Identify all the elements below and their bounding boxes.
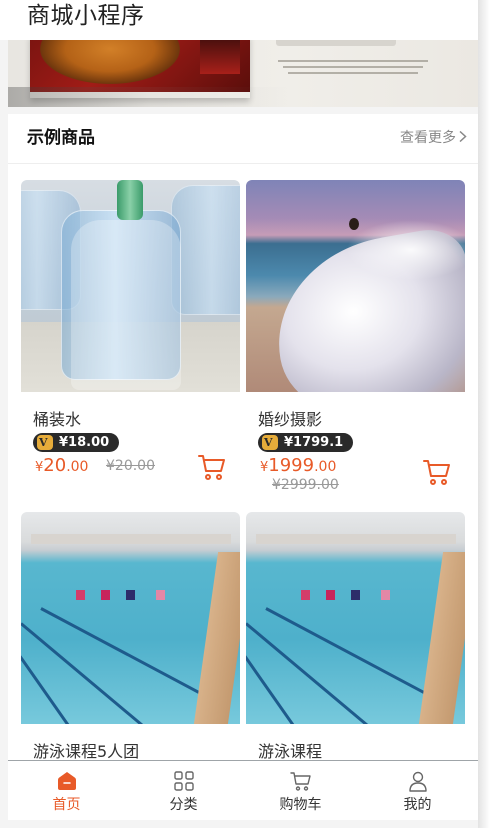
vip-price-badge: V ¥1799.1 [258,433,354,452]
lane-line [21,642,116,724]
banner-text-decoration [288,72,418,74]
bride-head-shape [349,218,359,230]
original-price: ¥2999.00 [272,477,339,493]
vip-price: ¥1799.1 [284,435,344,450]
product-image-wedding-photo[interactable] [246,180,465,392]
flag-shape [76,590,85,600]
product-name: 游泳课程 [258,742,323,761]
flag-shape [101,590,110,600]
product-name: 婚纱摄影 [258,410,323,429]
product-image-water-bottles[interactable] [21,180,240,392]
user-icon [409,771,427,792]
home-icon [58,772,76,790]
pool-banner-shape [256,534,456,544]
pool-banner-shape [31,534,231,544]
section-header: 示例商品 查看更多 [8,114,478,164]
vip-price: ¥18.00 [59,435,110,450]
vip-icon: V [37,435,53,450]
flag-shape [156,590,165,600]
promo-banner[interactable] [8,40,478,107]
add-to-cart-icon[interactable] [423,458,451,486]
flag-shape [351,590,360,600]
tab-label: 分类 [169,797,198,813]
tab-cart[interactable]: 购物车 [242,761,359,821]
price-decimal: .00 [66,459,89,475]
side-shadow [478,0,490,828]
price-decimal: .00 [314,459,337,475]
product-image-swimming-pool[interactable] [246,512,465,724]
lane-line [40,607,219,704]
price-integer: 1999 [268,455,315,476]
plastic-wrap-shape [71,220,181,390]
banner-text-decoration [283,66,423,68]
bottle-shape [171,185,240,315]
pool-deck-shape [193,552,240,724]
bottom-tab-bar: 首页 分类 购物车 我的 [8,760,478,820]
banner-text-decoration [278,60,428,62]
tab-home[interactable]: 首页 [8,761,125,821]
product-card[interactable]: 桶装水 V ¥18.00 ¥20.00 ¥20.00 [21,180,240,498]
sale-price: ¥20.00 [35,455,88,476]
banner-dish-image [40,40,180,84]
product-grid: 桶装水 V ¥18.00 ¥20.00 ¥20.00 婚纱摄影 V ¥1799.… [8,164,478,772]
tab-label: 购物车 [279,797,322,813]
pool-deck-shape [418,552,465,724]
lane-line [265,607,444,704]
flag-shape [126,590,135,600]
tab-profile[interactable]: 我的 [359,761,476,821]
navigation-header: 商城小程序 [0,0,478,40]
chevron-right-icon[interactable] [457,131,468,142]
product-card[interactable]: 婚纱摄影 V ¥1799.1 ¥1999.00 ¥2999.00 [246,180,465,498]
banner-heading-decoration [276,40,396,46]
original-price: ¥20.00 [106,458,155,474]
tab-label: 我的 [403,797,432,813]
page-title: 商城小程序 [27,3,145,29]
vip-price-badge: V ¥18.00 [33,433,120,452]
bottle-cap-shape [117,180,143,220]
product-image-swimming-pool[interactable] [21,512,240,724]
product-name: 桶装水 [33,410,82,429]
banner-glass-image [200,40,240,74]
grid-icon [174,771,194,791]
vip-icon: V [262,435,278,450]
view-more-link[interactable]: 查看更多 [400,128,456,148]
product-card[interactable]: 游泳课程5人团 [21,512,240,772]
app-screen: 商城小程序 示例商品 查看更多 桶装水 V ¥18.00 ¥20.00 ¥20.… [0,0,478,828]
veil-shape [346,220,465,280]
product-card[interactable]: 游泳课程 [246,512,465,772]
flag-shape [326,590,335,600]
banner-ink-decoration [8,87,478,107]
tab-label: 首页 [52,797,81,813]
sale-price: ¥1999.00 [260,455,336,476]
lane-line [246,642,341,724]
price-integer: 20 [43,455,67,476]
section-title: 示例商品 [27,128,95,148]
add-to-cart-icon[interactable] [198,453,226,481]
tab-category[interactable]: 分类 [125,761,242,821]
flag-shape [301,590,310,600]
product-name: 游泳课程5人团 [33,742,140,761]
flag-shape [381,590,390,600]
cart-icon [290,772,311,791]
